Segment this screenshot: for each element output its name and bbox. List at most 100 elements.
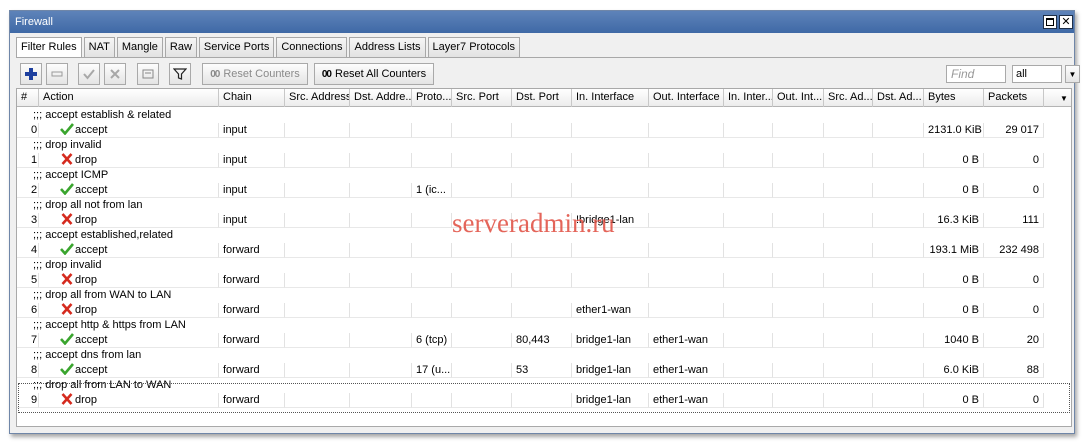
col-chain-cell: forward: [219, 243, 285, 258]
table-row[interactable]: 1 drop input 0 B0: [17, 153, 1071, 168]
rule-comment[interactable]: ;;; drop all from WAN to LAN: [17, 288, 1071, 303]
col-bytes-header[interactable]: Bytes: [924, 89, 984, 107]
col-packets-cell: 0: [984, 273, 1044, 288]
reset-counters-button[interactable]: 00 Reset Counters: [202, 63, 308, 85]
tab-nat[interactable]: NAT: [83, 37, 115, 58]
col-chain-cell: input: [219, 123, 285, 138]
col-src-port-cell: [452, 273, 512, 288]
col-out-interface-list-cell: [773, 273, 824, 288]
tab-service-ports[interactable]: Service Ports: [198, 37, 275, 58]
col-action-cell: drop: [39, 273, 219, 288]
col-protocol-header[interactable]: Proto...: [412, 89, 452, 107]
col-chain-cell: forward: [219, 333, 285, 348]
col-action-cell: accept: [39, 333, 219, 348]
table-row[interactable]: 9 drop forward bridge1-lan ether1-wan 0 B0: [17, 393, 1071, 408]
col-protocol-cell: 17 (u...: [412, 363, 452, 378]
col-dst-address-cell: [350, 153, 412, 168]
filter-button[interactable]: [169, 63, 191, 85]
tab-mangle[interactable]: Mangle: [116, 37, 163, 58]
col-dst-port-header[interactable]: Dst. Port: [512, 89, 572, 107]
action-label: drop: [75, 154, 98, 166]
col-out-interface-header[interactable]: Out. Interface: [649, 89, 724, 107]
scope-select[interactable]: all: [1012, 65, 1062, 83]
col-out-interface-cell: [649, 273, 724, 288]
col-number-header[interactable]: #: [17, 89, 39, 107]
table-row[interactable]: 5 drop forward 0 B0: [17, 273, 1071, 288]
col-number-cell: 6: [17, 303, 39, 318]
col-out-interface-list-header[interactable]: Out. Int...: [773, 89, 824, 107]
find-input[interactable]: Find: [946, 65, 1006, 83]
rule-comment[interactable]: ;;; drop invalid: [17, 258, 1071, 273]
dropdown-arrow-icon[interactable]: ▼: [1065, 65, 1080, 83]
col-src-address-list-cell: [824, 363, 873, 378]
table-row[interactable]: 4 accept forward 193.1 MiB 232 498: [17, 243, 1071, 258]
col-dst-address-list-cell: [873, 153, 924, 168]
col-in-interface-list-cell: [724, 303, 773, 318]
col-protocol-cell: [412, 303, 452, 318]
close-icon[interactable]: ✕: [1059, 15, 1073, 29]
table-row[interactable]: 6 drop forward ether1-wan 0 B0: [17, 303, 1071, 318]
col-src-address-cell: [285, 393, 350, 408]
col-number-cell: 0: [17, 123, 39, 138]
col-src-address-cell: [285, 123, 350, 138]
table-row[interactable]: 7 accept forward 6 (tcp) 80,443 bridge1-lan et…: [17, 333, 1071, 348]
add-button[interactable]: [20, 63, 42, 85]
window-title: Firewall: [15, 16, 53, 28]
col-chain-cell: forward: [219, 273, 285, 288]
col-packets-cell: 111: [984, 213, 1044, 228]
rule-comment[interactable]: ;;; accept ICMP: [17, 168, 1071, 183]
col-src-address-list-header[interactable]: Src. Ad...: [824, 89, 873, 107]
col-in-interface-cell: [572, 123, 649, 138]
table-row[interactable]: 8 accept forward 17 (u... 53 bridge1-lan ether…: [17, 363, 1071, 378]
tab-filter-rules[interactable]: Filter Rules: [16, 37, 82, 58]
accept-check-icon: [60, 243, 74, 255]
col-dst-address-header[interactable]: Dst. Addre...: [350, 89, 412, 107]
col-number-cell: 1: [17, 153, 39, 168]
reset-counters-icon: 00: [210, 68, 220, 80]
remove-button[interactable]: [46, 63, 68, 85]
drop-x-icon: [61, 213, 73, 225]
disable-button[interactable]: [104, 63, 126, 85]
col-dst-port-cell: [512, 243, 572, 258]
tab-layer7-protocols[interactable]: Layer7 Protocols: [427, 37, 521, 58]
comment-button[interactable]: [137, 63, 159, 85]
window-titlebar[interactable]: Firewall ✕: [10, 11, 1074, 33]
col-in-interface-cell: [572, 183, 649, 198]
table-row[interactable]: 2 accept input 1 (ic... 0 B0: [17, 183, 1071, 198]
rule-comment[interactable]: ;;; accept http & https from LAN: [17, 318, 1071, 333]
col-action-header[interactable]: Action: [39, 89, 219, 107]
rule-comment[interactable]: ;;; drop all from LAN to WAN: [17, 378, 1071, 393]
col-out-interface-cell: [649, 243, 724, 258]
col-chain-cell: forward: [219, 363, 285, 378]
col-in-interface-header[interactable]: In. Interface: [572, 89, 649, 107]
col-dst-port-cell: [512, 393, 572, 408]
col-dst-address-list-header[interactable]: Dst. Ad...: [873, 89, 924, 107]
reset-all-counters-button[interactable]: 00 Reset All Counters: [314, 63, 434, 85]
restore-icon[interactable]: [1043, 15, 1057, 29]
col-src-port-cell: [452, 243, 512, 258]
col-out-interface-list-cell: [773, 243, 824, 258]
column-menu-icon[interactable]: ▼: [1055, 89, 1071, 107]
tab-raw[interactable]: Raw: [164, 37, 197, 58]
toolbar: 00 Reset Counters 00 Reset All Counters …: [16, 62, 1080, 88]
enable-button[interactable]: [78, 63, 100, 85]
col-number-cell: 3: [17, 213, 39, 228]
col-chain-header[interactable]: Chain: [219, 89, 285, 107]
tab-address-lists[interactable]: Address Lists: [349, 37, 426, 58]
rule-comment[interactable]: ;;; drop invalid: [17, 138, 1071, 153]
col-src-address-header[interactable]: Src. Address: [285, 89, 350, 107]
rule-comment[interactable]: ;;; accept dns from lan: [17, 348, 1071, 363]
col-packets-header[interactable]: Packets: [984, 89, 1044, 107]
table-row[interactable]: 0 accept input 2131.0 KiB 29 017: [17, 123, 1071, 138]
col-protocol-cell: 6 (tcp): [412, 333, 452, 348]
col-in-interface-list-cell: [724, 243, 773, 258]
accept-check-icon: [60, 183, 74, 195]
rule-comment[interactable]: ;;; accept establish & related: [17, 108, 1071, 123]
col-dst-address-cell: [350, 183, 412, 198]
tab-connections[interactable]: Connections: [276, 37, 348, 58]
col-in-interface-list-cell: [724, 363, 773, 378]
col-packets-cell: 0: [984, 303, 1044, 318]
col-src-port-header[interactable]: Src. Port: [452, 89, 512, 107]
col-in-interface-list-header[interactable]: In. Inter...: [724, 89, 773, 107]
col-dst-address-list-cell: [873, 183, 924, 198]
